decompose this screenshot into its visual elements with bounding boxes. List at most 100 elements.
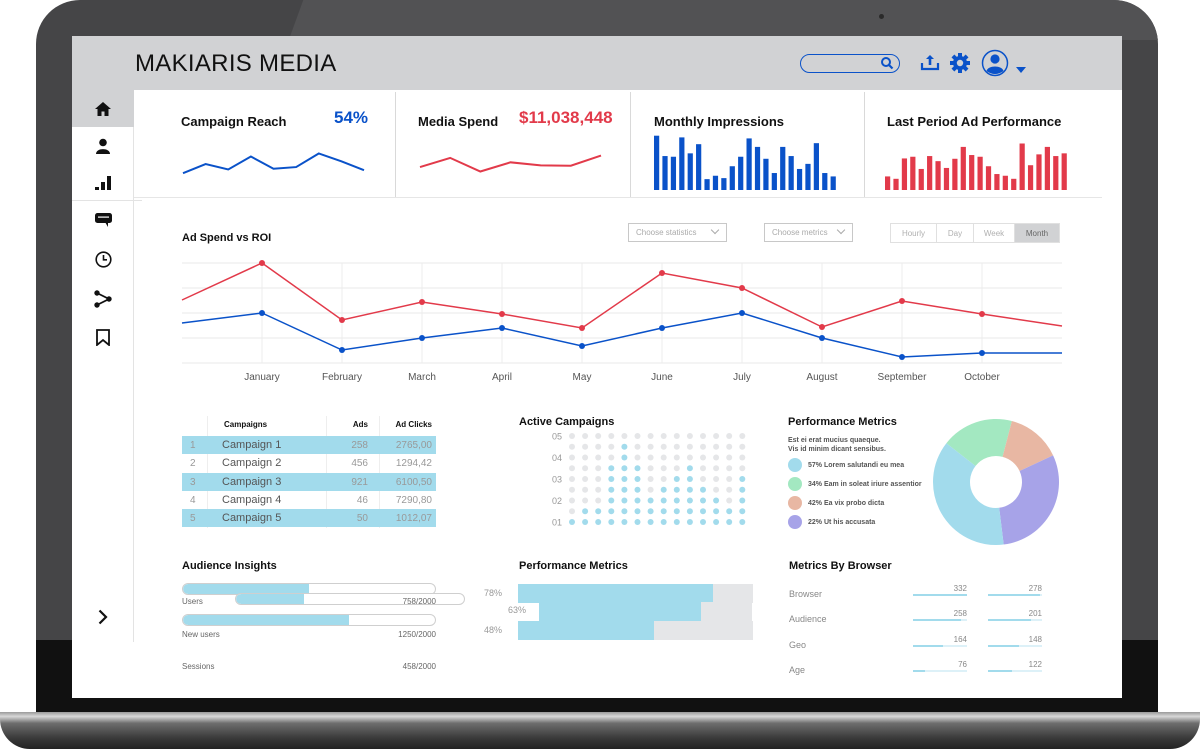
data-point[interactable] (659, 270, 665, 276)
bar (830, 176, 836, 190)
data-point[interactable] (259, 260, 265, 266)
table-row[interactable]: 1 Campaign 1 258 2765,00 (182, 436, 436, 455)
data-point[interactable] (499, 325, 505, 331)
top-bar: MAKIARIS MEDIA (72, 36, 1122, 90)
inactive-dot (595, 433, 602, 439)
inactive-dot (726, 454, 733, 461)
period-week[interactable]: Week (974, 224, 1015, 242)
data-point[interactable] (579, 325, 585, 331)
data-point[interactable] (579, 343, 585, 349)
inactive-dot (660, 443, 667, 450)
period-month[interactable]: Month (1015, 224, 1059, 242)
inactive-dot (595, 497, 602, 504)
search-input[interactable] (800, 54, 900, 73)
sidebar-item-user[interactable] (72, 127, 134, 164)
bar (687, 153, 693, 190)
table-row[interactable]: 4 Campaign 4 46 7290,80 (182, 491, 436, 509)
user-avatar-icon[interactable] (981, 49, 1009, 82)
active-dot (686, 486, 693, 493)
inactive-dot (582, 443, 589, 450)
data-point[interactable] (339, 317, 345, 323)
kpi-card-campaign-reach: Campaign Reach 54% (135, 92, 395, 198)
perf-bar (518, 621, 753, 640)
dashboard-screen: MAKIARIS MEDIA Campaign Reach 54% Media … (72, 36, 1122, 698)
data-point[interactable] (979, 350, 985, 356)
table-row[interactable]: 2 Campaign 2 456 1294,42 (182, 454, 436, 472)
search-icon[interactable] (880, 56, 894, 75)
sidebar-item-bookmarks[interactable] (72, 319, 134, 356)
bar (670, 156, 677, 190)
inactive-dot (700, 443, 706, 450)
choose-statistics-select[interactable]: Choose statistics (628, 223, 727, 242)
active-dot (673, 508, 680, 515)
data-point[interactable] (499, 311, 505, 317)
data-point[interactable] (739, 285, 745, 291)
upload-icon[interactable] (920, 52, 940, 77)
gear-icon[interactable] (949, 52, 971, 79)
table-header: Campaigns Ads Ad Clicks (182, 416, 436, 436)
sidebar-item-history[interactable] (72, 241, 134, 278)
sparkline-series (182, 152, 365, 175)
browser-metric-value: 278 (1028, 584, 1042, 593)
period-day[interactable]: Day (937, 224, 974, 242)
inactive-dot (660, 454, 667, 461)
ads-count: 46 (356, 494, 368, 506)
inactive-dot (660, 433, 667, 439)
table-row[interactable]: 3 Campaign 3 921 6100,50 (182, 472, 436, 491)
browser-metric-bar: 148 (988, 635, 1042, 647)
bar (813, 143, 819, 190)
browser-metric-value: 258 (953, 609, 967, 618)
inactive-dot (726, 465, 733, 472)
active-dot (621, 519, 628, 525)
data-point[interactable] (899, 354, 905, 360)
sidebar-item-home[interactable] (72, 90, 134, 127)
sidebar-item-messages[interactable] (72, 202, 134, 239)
sidebar-item-analytics[interactable] (72, 164, 134, 201)
active-dot (700, 508, 706, 515)
users-value: 758/2000 (402, 597, 436, 606)
period-hourly[interactable]: Hourly (891, 224, 937, 242)
sessions-value: 458/2000 (402, 662, 436, 671)
data-point[interactable] (739, 310, 745, 316)
laptop-base (0, 712, 1200, 749)
data-point[interactable] (339, 347, 345, 353)
metric-track (988, 619, 1042, 621)
data-point[interactable] (419, 335, 425, 341)
browser-metric-value: 76 (958, 660, 967, 669)
kpi-value: $11,038,448 (519, 108, 613, 127)
choose-metrics-select[interactable]: Choose metrics (764, 223, 853, 242)
active-dot (686, 465, 693, 472)
inactive-dot (582, 497, 589, 504)
active-campaigns-dot-matrix: 05 04 03 02 01 (552, 432, 746, 528)
data-point[interactable] (659, 325, 665, 331)
sidebar (72, 90, 142, 642)
active-dot (608, 497, 615, 504)
data-point[interactable] (419, 299, 425, 305)
active-dot (686, 476, 693, 482)
legend-item: 42% Ea vix probo dicta (788, 496, 884, 510)
sidebar-item-share[interactable] (72, 280, 134, 317)
bar (796, 168, 803, 190)
perf-bar-label: 48% (484, 625, 503, 635)
donut-slice[interactable] (999, 455, 1059, 545)
data-point[interactable] (899, 298, 905, 304)
browser-metric-value: 332 (953, 584, 967, 593)
data-point[interactable] (979, 311, 985, 317)
table-row[interactable]: 5 Campaign 5 50 1012,07 (182, 509, 436, 528)
inactive-dot (595, 486, 602, 493)
data-point[interactable] (819, 335, 825, 341)
ads-count: 50 (356, 513, 368, 525)
data-point[interactable] (819, 324, 825, 330)
browser-metric-value: 148 (1028, 635, 1042, 644)
campaign-name: Campaign 4 (222, 493, 282, 506)
sidebar-expand-button[interactable] (72, 598, 134, 635)
kpi-title: Media Spend (418, 114, 499, 129)
active-dot (608, 486, 615, 493)
data-point[interactable] (259, 310, 265, 316)
caret-down-icon[interactable] (1016, 60, 1026, 78)
bar (721, 178, 727, 190)
bar (738, 156, 744, 190)
active-dot (673, 497, 680, 504)
bar (696, 144, 702, 190)
metric-fill (913, 645, 943, 647)
